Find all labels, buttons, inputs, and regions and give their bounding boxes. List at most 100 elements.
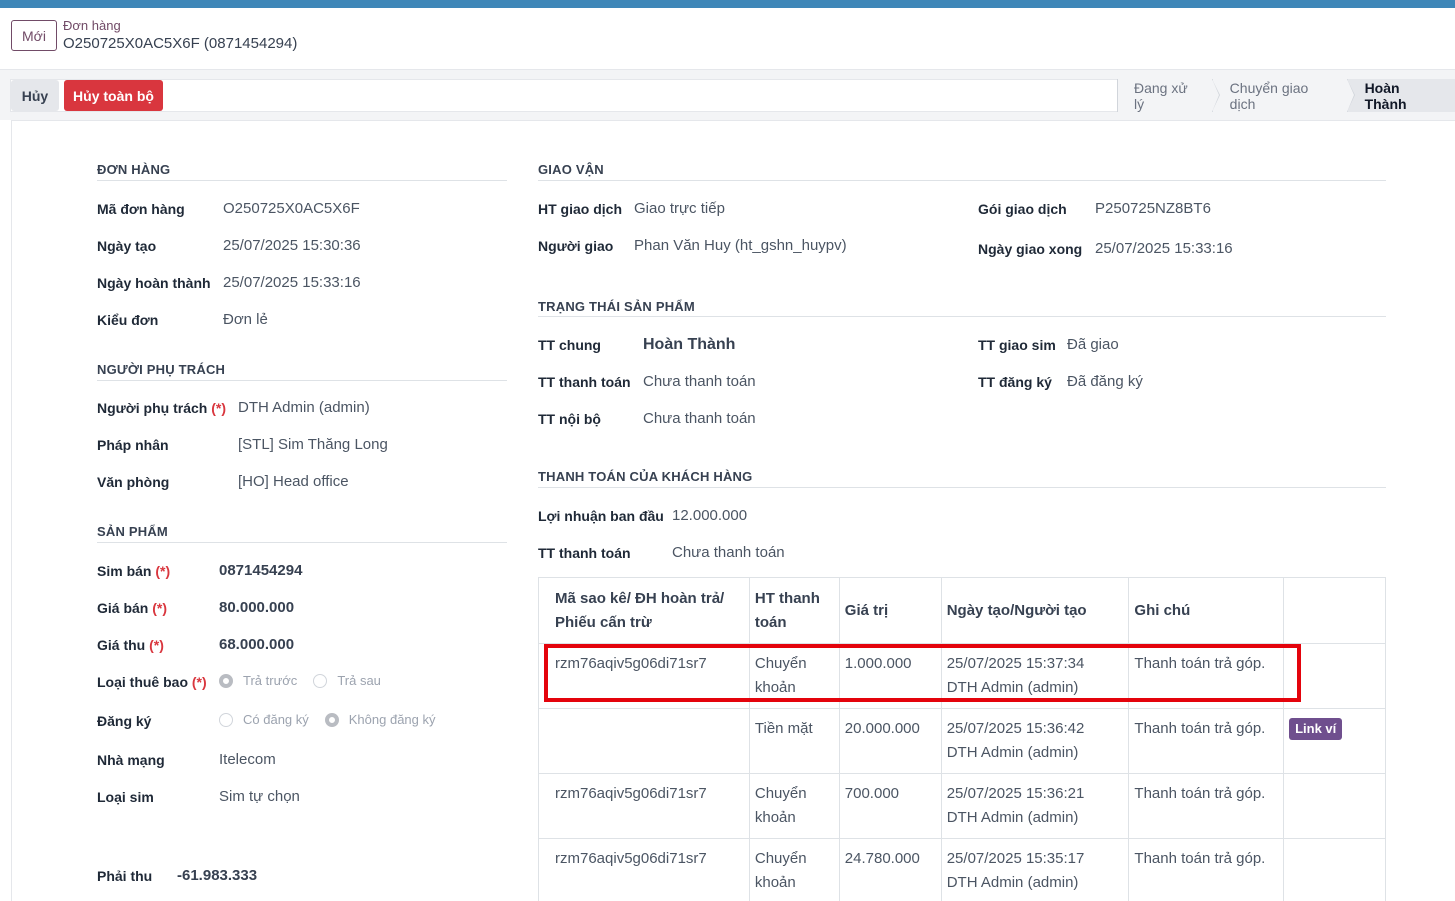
column-header-method[interactable]: HT thanh toán: [748, 577, 840, 644]
cell-amount: 20.000.000: [838, 708, 942, 774]
cell-date-user: 25/07/2025 15:36:42 DTH Admin (admin): [940, 708, 1130, 774]
cell-code: rzm76aqiv5g06di71sr7: [538, 643, 750, 709]
subscription-type-label: Loại thuê bao (*): [97, 674, 207, 690]
section-title-product-status: TRẠNG THÁI SẢN PHẨM: [538, 299, 695, 314]
customer-payment-status-value: Chưa thanh toán: [672, 544, 785, 561]
cell-method: Chuyển khoản: [748, 643, 840, 709]
column-header-code[interactable]: Mã sao kê/ ĐH hoàn trả/ Phiếu cấn trừ: [538, 577, 750, 644]
cell-code: rzm76aqiv5g06di71sr7: [538, 838, 750, 901]
column-header-date[interactable]: Ngày tạo/Người tạo: [940, 577, 1130, 644]
cell-note: Thanh toán trả góp.: [1128, 838, 1285, 901]
table-row[interactable]: rzm76aqiv5g06di71sr7 Chuyển khoản 700.00…: [538, 773, 1386, 839]
radio-unchecked-icon: [219, 712, 233, 727]
price-label: Giá bán (*): [97, 600, 168, 616]
cell-note: Thanh toán trả góp.: [1128, 708, 1285, 774]
registration-status-value: Đã đăng ký: [1067, 373, 1143, 390]
carrier-value[interactable]: Itelecom: [219, 751, 276, 768]
radio-registered[interactable]: Có đăng ký: [219, 712, 309, 727]
cell-method: Tiền mặt: [748, 708, 840, 774]
customer-payment-status-label: TT thanh toán: [538, 545, 631, 561]
section-divider: [538, 487, 1386, 488]
package-link[interactable]: P250725NZ8BT6: [1095, 200, 1211, 217]
wallet-link-button[interactable]: Link ví: [1289, 718, 1343, 740]
radio-postpaid[interactable]: Trả sau: [313, 673, 381, 688]
courier-value[interactable]: Phan Văn Huy (ht_gshn_huypv): [634, 237, 847, 254]
section-title-delivery: GIAO VẬN: [538, 162, 604, 177]
radio-not-registered[interactable]: Không đăng ký: [324, 712, 436, 727]
order-type-value: Đơn lẻ: [223, 311, 268, 328]
sim-value: 0871454294: [219, 562, 303, 579]
internal-status-value: Chưa thanh toán: [643, 410, 756, 427]
radio-checked-icon: [324, 712, 339, 727]
cell-date-user: 25/07/2025 15:37:34 DTH Admin (admin): [940, 643, 1130, 709]
created-date-value: 25/07/2025 15:30:36: [223, 237, 361, 254]
collect-price-label: Giá thu (*): [97, 637, 164, 653]
table-row[interactable]: rzm76aqiv5g06di71sr7 Chuyển khoản 24.780…: [538, 838, 1386, 901]
initial-profit-label: Lợi nhuận ban đầu: [538, 508, 664, 524]
section-title-order: ĐƠN HÀNG: [97, 162, 171, 177]
registration-status-label: TT đăng ký: [978, 374, 1052, 390]
registration-radio-group: Có đăng ký Không đăng ký: [219, 712, 452, 727]
order-type-label: Kiểu đơn: [97, 312, 159, 328]
cell-method: Chuyển khoản: [748, 838, 840, 901]
cell-date-user: 25/07/2025 15:36:21 DTH Admin (admin): [940, 773, 1130, 839]
cell-note: Thanh toán trả góp.: [1128, 773, 1285, 839]
legal-entity-value[interactable]: [STL] Sim Thăng Long: [238, 436, 388, 453]
created-date-label: Ngày tạo: [97, 238, 157, 254]
new-button[interactable]: Mới: [11, 20, 57, 51]
cell-actions: Link ví: [1283, 708, 1386, 774]
price-value: 80.000.000: [219, 599, 295, 616]
receivable-label: Phải thu: [97, 868, 153, 884]
payment-status-label: TT thanh toán: [538, 374, 631, 390]
column-header-note[interactable]: Ghi chú: [1128, 577, 1285, 644]
status-step-transfer[interactable]: Chuyển giao dịch: [1211, 79, 1355, 112]
status-step-completed[interactable]: Hoàn Thành: [1346, 79, 1455, 112]
payment-status-value: Chưa thanh toán: [643, 373, 756, 390]
section-title-owner: NGƯỜI PHỤ TRÁCH: [97, 362, 226, 377]
cell-method: Chuyển khoản: [748, 773, 840, 839]
column-header-amount[interactable]: Giá trị: [838, 577, 942, 644]
carrier-label: Nhà mạng: [97, 752, 165, 768]
completed-date-value: 25/07/2025 15:33:16: [223, 274, 361, 291]
radio-prepaid[interactable]: Trả trước: [219, 673, 297, 688]
status-step-label: Hoàn Thành: [1364, 79, 1407, 112]
cancel-all-button[interactable]: Hủy toàn bộ: [64, 80, 163, 111]
table-row[interactable]: rzm76aqiv5g06di71sr7 Chuyển khoản 1.000.…: [538, 643, 1386, 709]
owner-value[interactable]: DTH Admin (admin): [238, 399, 370, 416]
completed-date-label: Ngày hoàn thành: [97, 275, 211, 291]
control-panel-header: Mới Đơn hàng O250725X0AC5X6F (0871454294…: [0, 8, 1455, 70]
status-step-processing[interactable]: Đang xử lý: [1117, 79, 1220, 112]
breadcrumb-parent[interactable]: Đơn hàng: [63, 18, 121, 33]
cell-actions: [1283, 838, 1386, 901]
section-title-product: SẢN PHẨM: [97, 524, 168, 539]
sim-delivery-status-value: Đã giao: [1067, 336, 1119, 353]
cancel-button[interactable]: Hủy: [11, 80, 59, 111]
table-header-row: Mã sao kê/ ĐH hoàn trả/ Phiếu cấn trừ HT…: [538, 577, 1386, 644]
breadcrumb-current: O250725X0AC5X6F (0871454294): [63, 35, 298, 52]
order-code-value: O250725X0AC5X6F: [223, 200, 360, 217]
table-row[interactable]: Tiền mặt 20.000.000 25/07/2025 15:36:42 D…: [538, 708, 1386, 774]
sim-label: Sim bán (*): [97, 563, 171, 579]
section-title-customer-payment: THANH TOÁN CỦA KHÁCH HÀNG: [538, 469, 753, 484]
section-divider: [538, 316, 1386, 317]
courier-label: Người giao: [538, 238, 614, 254]
delivered-date-value: 25/07/2025 15:33:16: [1095, 240, 1233, 257]
radio-unchecked-icon: [313, 673, 328, 688]
delivery-method-value: Giao trực tiếp: [634, 200, 725, 217]
sim-type-value[interactable]: Sim tự chọn: [219, 788, 300, 805]
cell-actions: [1283, 773, 1386, 839]
office-value[interactable]: [HO] Head office: [238, 473, 349, 490]
status-step-label: Đang xử lý: [1134, 79, 1188, 112]
sim-type-label: Loại sim: [97, 789, 154, 805]
cell-code: [538, 708, 750, 774]
general-status-value: Hoàn Thành: [643, 336, 736, 353]
column-header-actions: [1283, 577, 1386, 644]
cell-amount: 700.000: [838, 773, 942, 839]
receivable-value: -61.983.333: [177, 867, 258, 884]
status-bar: Đang xử lý Chuyển giao dịch Hoàn Thành: [1117, 79, 1455, 112]
registration-label: Đăng ký: [97, 713, 152, 729]
package-label: Gói giao dịch: [978, 201, 1067, 217]
subscription-type-radio-group: Trả trước Trả sau: [219, 673, 397, 688]
section-divider: [97, 180, 507, 181]
initial-profit-value: 12.000.000: [672, 507, 748, 524]
